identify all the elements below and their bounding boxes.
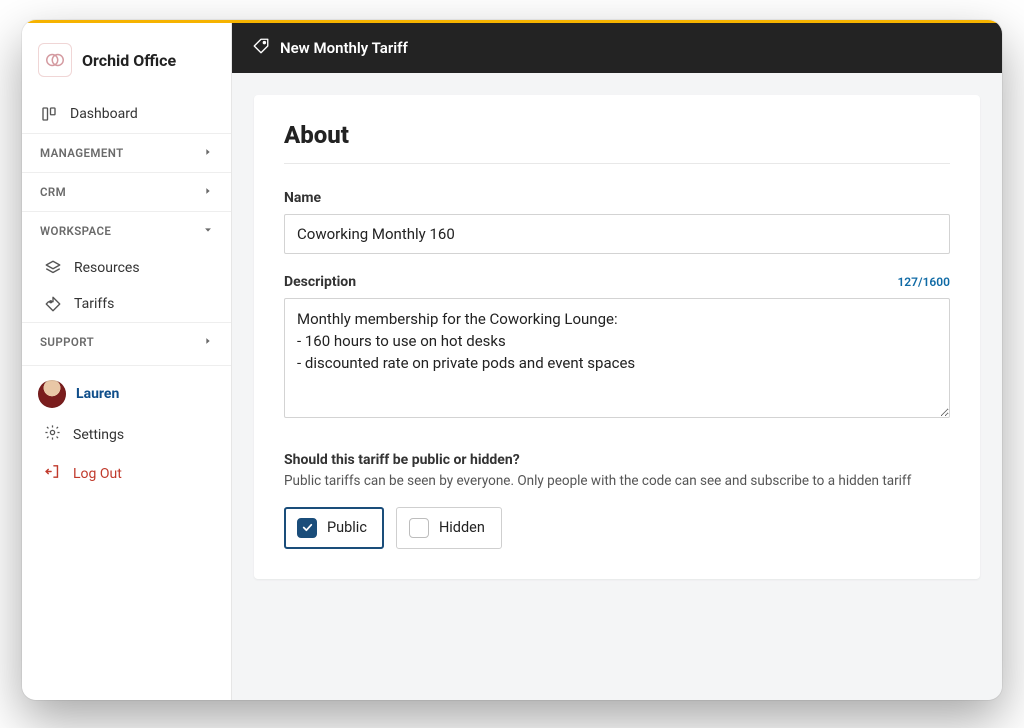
sidebar-section-management[interactable]: MANAGEMENT bbox=[22, 133, 231, 172]
sidebar-item-label: Dashboard bbox=[70, 106, 138, 122]
page-title: New Monthly Tariff bbox=[280, 39, 408, 57]
checkbox-icon bbox=[409, 518, 429, 538]
option-hidden[interactable]: Hidden bbox=[396, 507, 502, 549]
tag-icon bbox=[252, 37, 270, 59]
topbar: New Monthly Tariff bbox=[232, 23, 1002, 73]
sidebar-item-settings[interactable]: Settings bbox=[22, 414, 231, 453]
description-label: Description 127/1600 bbox=[284, 274, 950, 290]
section-label: WORKSPACE bbox=[40, 224, 111, 238]
sidebar-item-dashboard[interactable]: Dashboard bbox=[22, 95, 231, 133]
sidebar-section-crm[interactable]: CRM bbox=[22, 172, 231, 211]
logout-icon bbox=[44, 463, 61, 484]
sidebar-item-resources[interactable]: Resources bbox=[22, 250, 231, 286]
option-label: Public bbox=[327, 519, 367, 536]
chevron-down-icon bbox=[203, 224, 213, 238]
app-body: Orchid Office Dashboard MANAGEMENT CRM bbox=[22, 23, 1002, 700]
section-label: SUPPORT bbox=[40, 335, 94, 349]
section-heading: About bbox=[284, 121, 950, 164]
layers-icon bbox=[44, 259, 62, 277]
sidebar-item-tariffs[interactable]: Tariffs bbox=[22, 286, 231, 322]
sidebar: Orchid Office Dashboard MANAGEMENT CRM bbox=[22, 23, 232, 700]
description-textarea[interactable]: Monthly membership for the Coworking Lou… bbox=[284, 298, 950, 418]
brand[interactable]: Orchid Office bbox=[22, 37, 231, 95]
name-label: Name bbox=[284, 190, 950, 206]
sidebar-item-logout[interactable]: Log Out bbox=[22, 453, 231, 492]
user-name: Lauren bbox=[76, 386, 119, 402]
tag-icon bbox=[44, 295, 62, 313]
app-window: Orchid Office Dashboard MANAGEMENT CRM bbox=[22, 20, 1002, 700]
visibility-options: Public Hidden bbox=[284, 507, 950, 549]
option-public[interactable]: Public bbox=[284, 507, 384, 549]
label-text: Description bbox=[284, 274, 356, 290]
label-text: Name bbox=[284, 190, 321, 206]
sidebar-section-support[interactable]: SUPPORT bbox=[22, 322, 231, 361]
dashboard-icon bbox=[40, 105, 58, 123]
option-label: Hidden bbox=[439, 519, 485, 536]
sidebar-item-label: Tariffs bbox=[74, 296, 114, 312]
content-area: About Name Description 127/1600 Monthly … bbox=[232, 73, 1002, 700]
visibility-question: Should this tariff be public or hidden? bbox=[284, 452, 950, 468]
chevron-right-icon bbox=[203, 146, 213, 160]
section-label: MANAGEMENT bbox=[40, 146, 124, 160]
character-counter: 127/1600 bbox=[897, 275, 950, 289]
brand-logo-icon bbox=[38, 43, 72, 77]
name-input[interactable] bbox=[284, 214, 950, 254]
main-column: New Monthly Tariff About Name Descriptio… bbox=[232, 23, 1002, 700]
avatar bbox=[38, 380, 66, 408]
sidebar-item-label: Log Out bbox=[73, 466, 122, 482]
about-card: About Name Description 127/1600 Monthly … bbox=[254, 95, 980, 579]
sidebar-item-label: Settings bbox=[73, 427, 124, 443]
checkbox-icon bbox=[297, 518, 317, 538]
sidebar-item-label: Resources bbox=[74, 260, 140, 276]
chevron-right-icon bbox=[203, 185, 213, 199]
user-profile[interactable]: Lauren bbox=[22, 365, 231, 414]
gear-icon bbox=[44, 424, 61, 445]
sidebar-section-workspace[interactable]: WORKSPACE bbox=[22, 211, 231, 250]
visibility-help: Public tariffs can be seen by everyone. … bbox=[284, 472, 950, 491]
section-label: CRM bbox=[40, 185, 66, 199]
chevron-right-icon bbox=[203, 335, 213, 349]
brand-name: Orchid Office bbox=[82, 51, 176, 70]
